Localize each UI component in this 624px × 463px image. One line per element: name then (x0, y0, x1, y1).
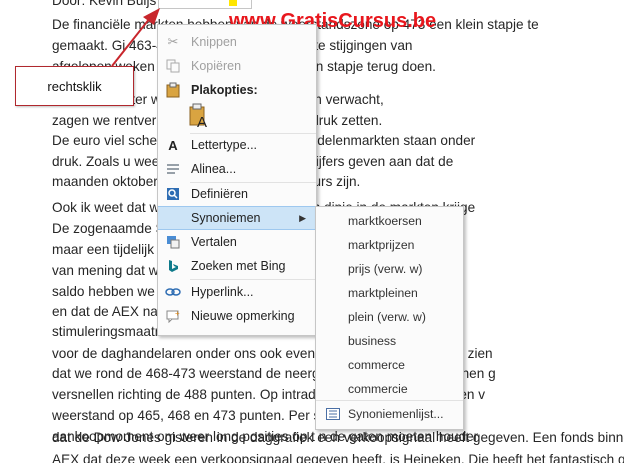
menu-item-hyperlink[interactable]: Hyperlink... (158, 280, 316, 304)
menu-item-knippen[interactable]: ✂ Knippen (158, 30, 316, 54)
menu-item-kopieren[interactable]: Kopiëren (158, 54, 316, 78)
paragraph-icon (160, 159, 186, 179)
menu-item-synoniemenlijst[interactable]: Synoniemenlijst... (316, 403, 463, 425)
menu-item-zoeken[interactable]: Zoeken met Bing (158, 254, 316, 278)
submenu-arrow-icon: ▶ (299, 212, 306, 223)
clipboard-icon (160, 82, 186, 98)
menu-label: Vertalen (191, 235, 237, 249)
paste-keep-text-only-button[interactable]: A (188, 103, 210, 131)
thesaurus-icon (320, 408, 346, 420)
menu-item-vertalen[interactable]: Vertalen (158, 230, 316, 254)
author-line: Door: Kevin Buijs (52, 0, 157, 8)
doc-line: dat de Dow Jones gisteren in de daggrafi… (52, 430, 624, 445)
synonym-item[interactable]: commercie (316, 379, 463, 399)
menu-item-definieren[interactable]: Definiëren (158, 182, 316, 206)
synonym-label: marktkoersen (348, 214, 422, 228)
menu-item-nieuwe-opmerking[interactable]: + Nieuwe opmerking (158, 304, 316, 328)
synonym-item[interactable]: prijs (verw. w) (316, 259, 463, 279)
highlight-color-swatch[interactable] (229, 0, 237, 6)
synonym-item[interactable]: marktprijzen (316, 235, 463, 255)
translate-icon (160, 232, 186, 252)
comment-icon: + (160, 306, 186, 326)
menu-item-lettertype[interactable]: A Lettertype... (158, 133, 316, 157)
synonym-label: business (348, 334, 397, 348)
paste-options-header: Plakopties: (158, 80, 316, 100)
menu-label: Zoeken met Bing (191, 259, 286, 273)
menu-label: Alinea... (191, 162, 237, 176)
synonyms-submenu: marktkoersen marktprijzen prijs (verw. w) m… (315, 206, 464, 430)
synonym-item[interactable]: marktpleinen (316, 283, 463, 303)
scissors-icon: ✂ (167, 34, 179, 49)
define-book-icon (160, 184, 186, 204)
synonym-label: plein (verw. w) (348, 310, 426, 324)
doc-last-line: AEX dat deze week een verkoopsignaal geg… (52, 452, 624, 463)
svg-text:+: + (175, 309, 180, 318)
menu-label: Knippen (191, 35, 237, 49)
synonym-item[interactable]: marktkoersen (316, 211, 463, 231)
synonyms-icon (160, 208, 186, 228)
font-icon: A (168, 137, 178, 153)
menu-label: Synoniemen (191, 211, 261, 225)
submenu-separator (316, 400, 463, 401)
menu-label: Nieuwe opmerking (191, 309, 295, 323)
menu-label: Plakopties: (191, 83, 258, 97)
menu-label: Lettertype... (191, 138, 258, 152)
callout-box: rechtsklik (15, 66, 134, 106)
synonym-label: commercie (348, 382, 408, 396)
context-menu: ✂ Knippen Kopiëren Plakopties: A A Lette… (157, 24, 317, 336)
copy-icon (160, 56, 186, 76)
menu-item-alinea[interactable]: Alinea... (158, 157, 316, 181)
hyperlink-icon (160, 282, 186, 302)
bing-icon (160, 256, 186, 276)
menu-label: Kopiëren (191, 59, 242, 73)
menu-item-synoniemen[interactable]: Synoniemen ▶ (158, 206, 316, 230)
synonym-label: prijs (verw. w) (348, 262, 423, 276)
svg-text:A: A (197, 114, 207, 129)
menu-label: Hyperlink... (191, 285, 254, 299)
synonym-item[interactable]: commerce (316, 355, 463, 375)
synonym-label: marktpleinen (348, 286, 418, 300)
mini-toolbar[interactable] (158, 0, 252, 9)
synonym-label: marktprijzen (348, 238, 415, 252)
menu-label: Synoniemenlijst... (348, 407, 444, 421)
synonym-item[interactable]: business (316, 331, 463, 351)
synonym-label: commerce (348, 358, 405, 372)
menu-label: Definiëren (191, 187, 248, 201)
synonym-item[interactable]: plein (verw. w) (316, 307, 463, 327)
